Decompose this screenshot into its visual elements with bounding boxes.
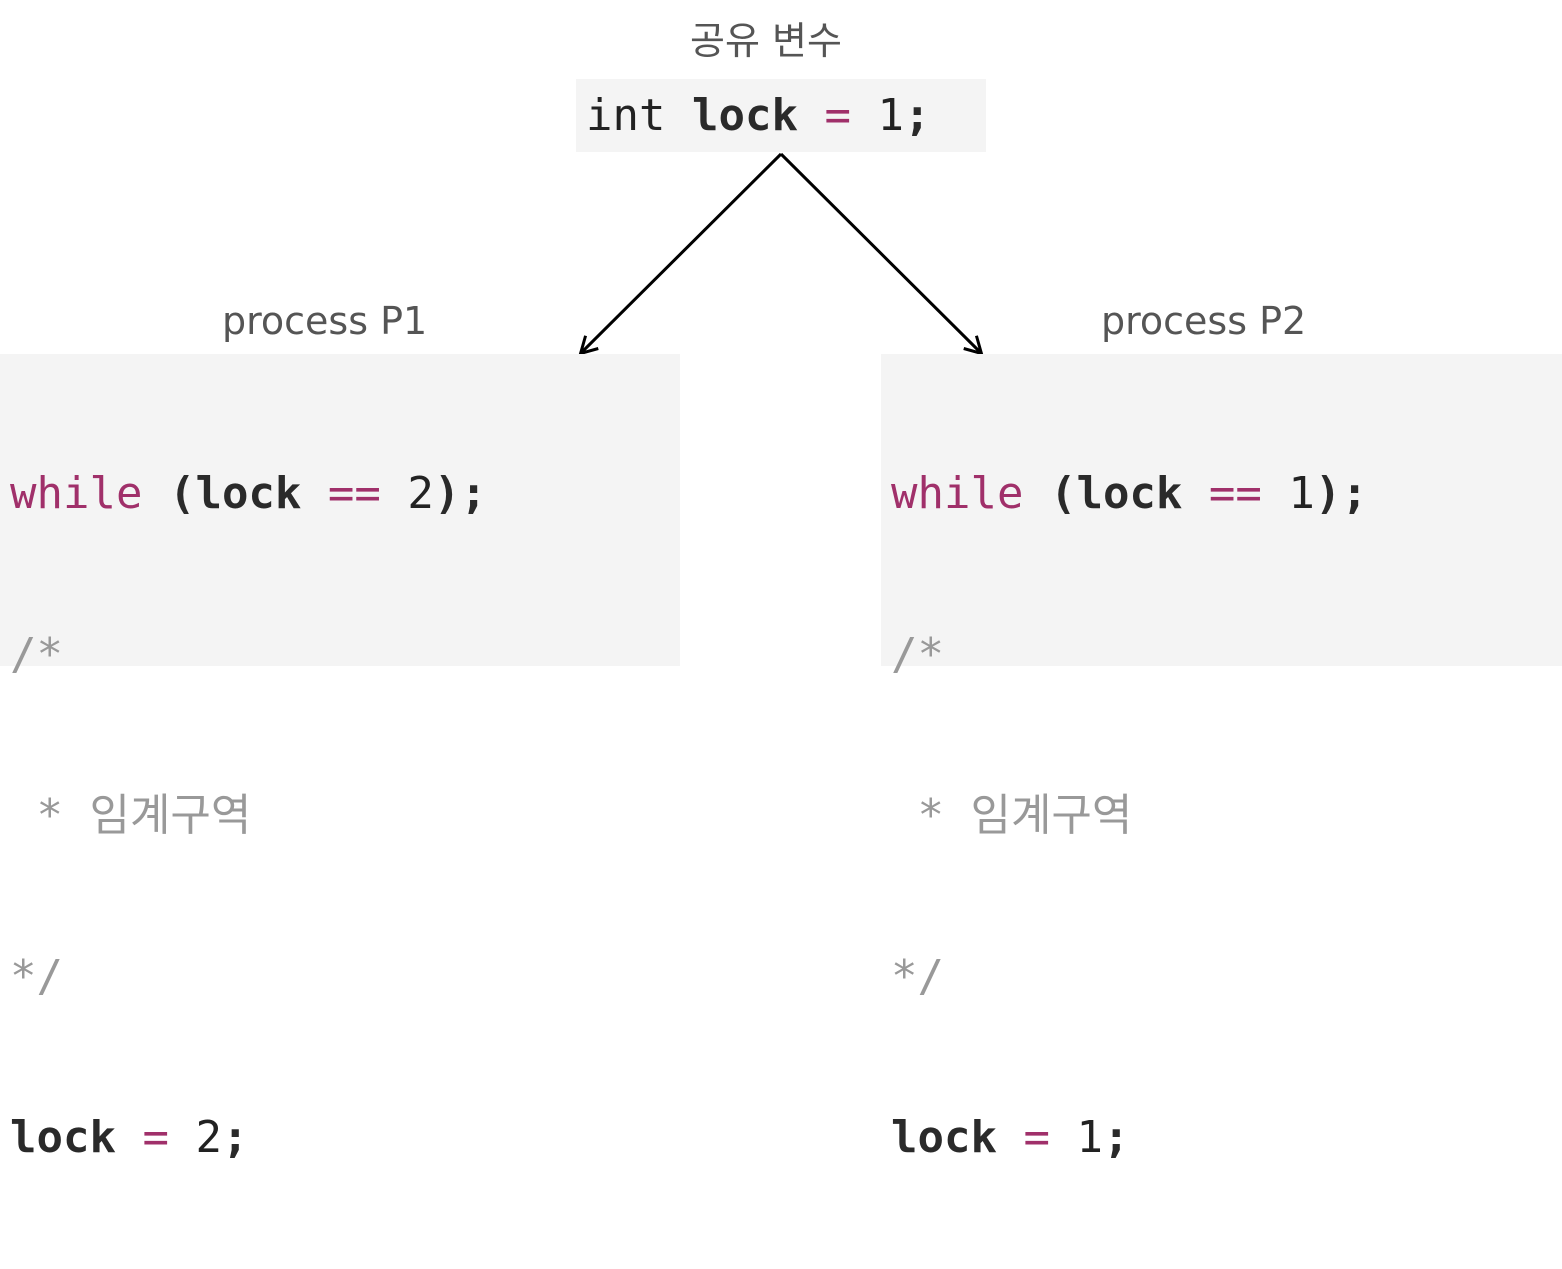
process-p1-box: while (lock == 2); /* * 임계구역 */ lock = 2… <box>0 354 680 1163</box>
assign-value: 2 <box>195 1112 222 1163</box>
lock-variable: lock <box>891 1112 997 1163</box>
p1-assign-line: lock = 2; <box>10 1108 680 1167</box>
p2-assign-line: lock = 1; <box>891 1108 1562 1167</box>
p1-while-line: while (lock == 2); <box>10 464 680 523</box>
process-p2-box: while (lock == 1); /* * 임계구역 */ lock = 1… <box>881 354 1562 1163</box>
while-keyword: while <box>10 468 143 519</box>
close-paren: ); <box>433 468 487 519</box>
p2-while-line: while (lock == 1); <box>891 464 1562 523</box>
assign-operator: = <box>1023 1112 1050 1163</box>
assign-operator: = <box>142 1112 169 1163</box>
p2-comment-start: /* <box>891 629 944 680</box>
p1-comment-start: /* <box>10 629 63 680</box>
while-keyword: while <box>891 468 1024 519</box>
process-p2-title: process P2 <box>1101 299 1307 343</box>
p2-comment-body: * 임계구역 <box>891 790 1133 841</box>
p1-comment-end: */ <box>10 951 63 1002</box>
equals-operator: == <box>1208 468 1262 519</box>
lock-variable: lock <box>1076 468 1183 519</box>
arrow-to-p1 <box>578 152 783 356</box>
semicolon: ; <box>1102 1112 1130 1163</box>
process-p1-title: process P1 <box>222 299 428 343</box>
open-paren: ( <box>168 468 196 519</box>
p2-comment-end: */ <box>891 951 944 1002</box>
compare-value: 1 <box>1288 468 1315 519</box>
compare-value: 2 <box>407 468 434 519</box>
p1-comment-body: * 임계구역 <box>10 790 252 841</box>
lock-variable: lock <box>10 1112 116 1163</box>
equals-operator: == <box>327 468 381 519</box>
close-paren: ); <box>1314 468 1368 519</box>
arrow-to-p2 <box>779 152 984 356</box>
open-paren: ( <box>1049 468 1077 519</box>
lock-variable: lock <box>195 468 302 519</box>
assign-value: 1 <box>1076 1112 1103 1163</box>
semicolon: ; <box>221 1112 249 1163</box>
